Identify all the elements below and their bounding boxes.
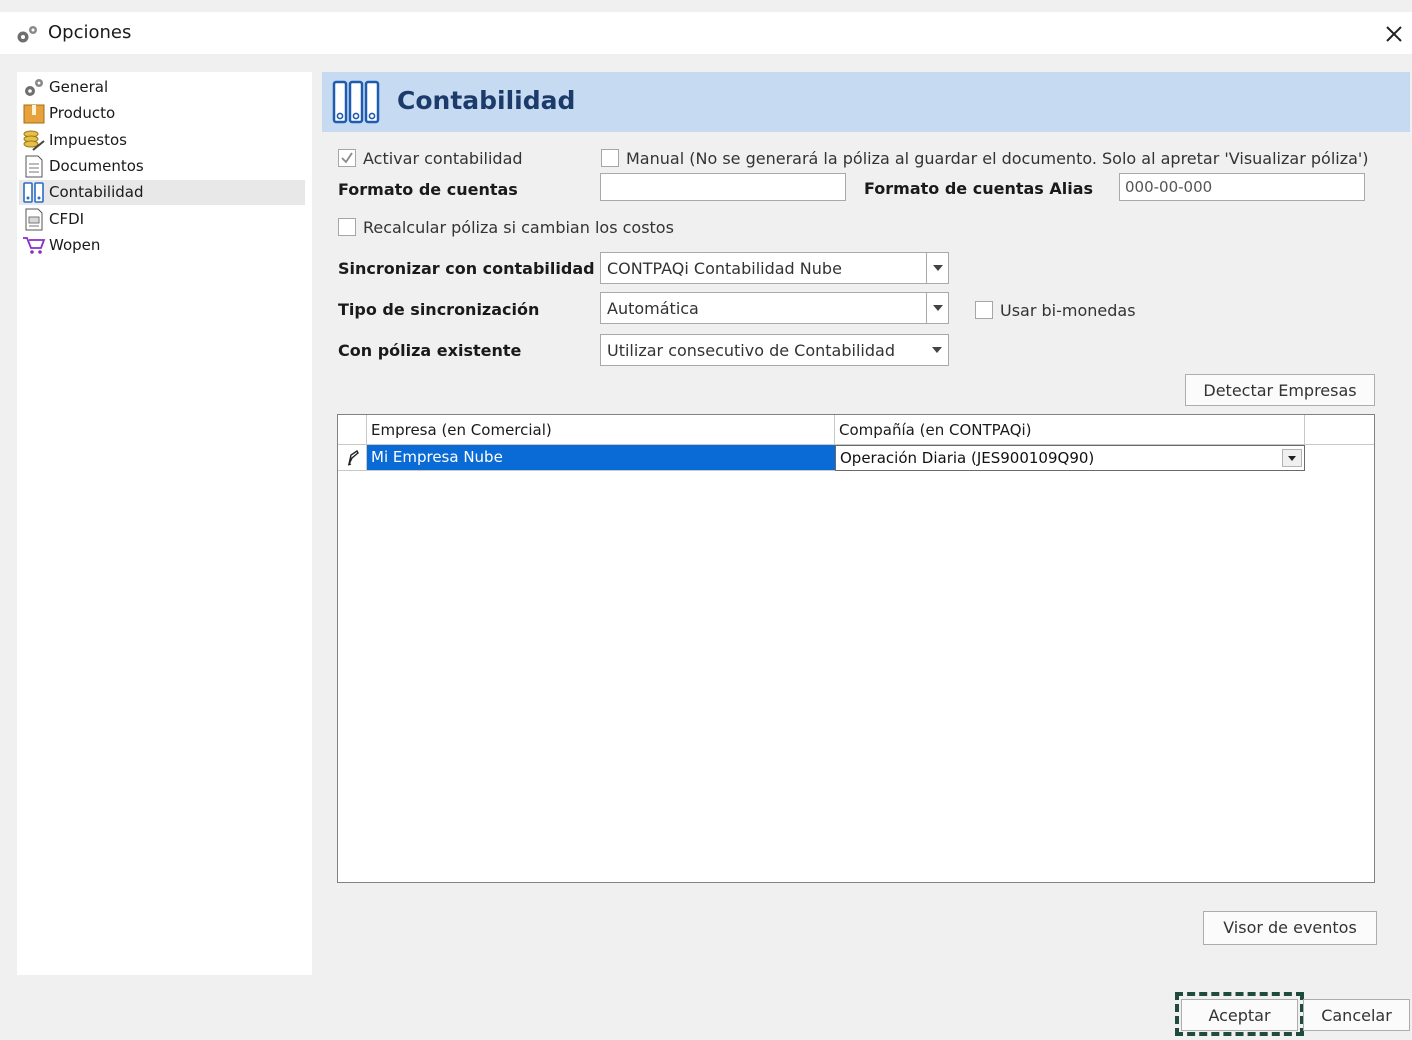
dropdown-button[interactable] (926, 335, 948, 365)
cell-dropdown-button[interactable] (1282, 449, 1302, 467)
formato-alias-input[interactable] (1119, 173, 1365, 201)
table-cell-empresa[interactable]: Mi Empresa Nube (367, 445, 835, 471)
sidebar-item-label: Documentos (49, 157, 144, 175)
grid-header-filler (1305, 415, 1374, 445)
binders-icon (332, 80, 380, 124)
formato-cuentas-input[interactable] (600, 173, 846, 201)
sidebar-item-producto[interactable]: Producto (19, 101, 305, 126)
sincronizar-label: Sincronizar con contabilidad (338, 259, 595, 278)
options-dialog: Opciones General Producto Impuestos Docu… (0, 0, 1412, 1040)
sidebar-item-label: General (49, 78, 109, 96)
dropdown-button[interactable] (926, 253, 948, 283)
sidebar-item-general[interactable]: General (19, 75, 305, 100)
recalcular-label: Recalcular póliza si cambian los costos (363, 218, 674, 237)
sidebar-item-label: CFDI (49, 210, 85, 228)
empresa-value: Mi Empresa Nube (371, 448, 503, 466)
bimonedas-checkbox[interactable] (975, 301, 993, 319)
gears-icon (17, 26, 37, 43)
title-bar: Opciones (0, 12, 1412, 54)
recalcular-checkbox[interactable] (338, 218, 356, 236)
tipo-sincronizacion-value: Automática (607, 299, 699, 318)
sidebar-item-impuestos[interactable]: Impuestos (19, 128, 305, 153)
sidebar: General Producto Impuestos Documentos Co… (17, 72, 312, 975)
cart-icon (23, 237, 46, 254)
box-icon (23, 104, 45, 124)
section-header: Contabilidad (322, 72, 1410, 132)
manual-checkbox[interactable] (601, 149, 619, 167)
poliza-existente-select[interactable]: Utilizar consecutivo de Contabilidad (600, 334, 949, 366)
checkmark-icon (341, 152, 353, 164)
activar-contabilidad-checkbox[interactable] (338, 149, 356, 167)
aceptar-button[interactable]: Aceptar (1181, 999, 1298, 1031)
close-icon (1386, 26, 1402, 42)
document-icon (25, 155, 43, 178)
sidebar-item-documentos[interactable]: Documentos (19, 154, 305, 179)
binders-icon (23, 182, 44, 203)
empresas-grid: Empresa (en Comercial) Compañía (en CONT… (337, 414, 1375, 883)
compania-cell-select[interactable]: Operación Diaria (JES900109Q90) (835, 445, 1305, 471)
tipo-sincronizacion-label: Tipo de sincronización (338, 300, 540, 319)
poliza-existente-label: Con póliza existente (338, 341, 522, 360)
manual-label: Manual (No se generará la póliza al guar… (626, 149, 1369, 168)
visor-eventos-button[interactable]: Visor de eventos (1203, 911, 1377, 945)
window-title: Opciones (48, 22, 132, 43)
sidebar-item-label: Producto (49, 104, 116, 122)
chevron-down-icon (932, 347, 942, 353)
chevron-down-icon (933, 305, 943, 311)
grid-header-empresa[interactable]: Empresa (en Comercial) (367, 415, 835, 445)
dropdown-button[interactable] (926, 293, 948, 323)
sidebar-item-label: Impuestos (49, 131, 127, 149)
coins-icon (23, 130, 45, 151)
grid-header-label: Compañía (en CONTPAQi) (839, 421, 1032, 439)
sidebar-item-label: Wopen (49, 236, 101, 254)
sincronizar-value: CONTPAQi Contabilidad Nube (607, 259, 842, 278)
sidebar-item-label: Contabilidad (49, 183, 144, 201)
detectar-empresas-button[interactable]: Detectar Empresas (1185, 374, 1375, 406)
poliza-existente-value: Utilizar consecutivo de Contabilidad (607, 341, 895, 360)
chevron-down-icon (1288, 456, 1296, 461)
invoice-icon (25, 208, 43, 231)
close-button[interactable] (1380, 20, 1408, 48)
sincronizar-select[interactable]: CONTPAQi Contabilidad Nube (600, 252, 949, 284)
bimonedas-label: Usar bi-monedas (1000, 301, 1136, 320)
chevron-down-icon (933, 265, 943, 271)
sidebar-item-cfdi[interactable]: CFDI (19, 207, 305, 232)
page-title: Contabilidad (397, 86, 576, 115)
formato-cuentas-label: Formato de cuentas (338, 180, 518, 199)
tipo-sincronizacion-select[interactable]: Automática (600, 292, 949, 324)
cancelar-button[interactable]: Cancelar (1303, 999, 1410, 1031)
grid-header-label: Empresa (en Comercial) (371, 421, 552, 439)
sidebar-item-contabilidad[interactable]: Contabilidad (19, 180, 305, 205)
pencil-icon (347, 450, 359, 466)
compania-value: Operación Diaria (JES900109Q90) (840, 449, 1095, 467)
row-indicator[interactable] (338, 445, 367, 471)
sidebar-item-wopen[interactable]: Wopen (19, 233, 305, 258)
formato-alias-label: Formato de cuentas Alias (864, 179, 1094, 198)
grid-corner (338, 415, 367, 445)
gears-icon (25, 79, 43, 96)
activar-contabilidad-label: Activar contabilidad (363, 149, 523, 168)
grid-header-compania[interactable]: Compañía (en CONTPAQi) (835, 415, 1305, 445)
